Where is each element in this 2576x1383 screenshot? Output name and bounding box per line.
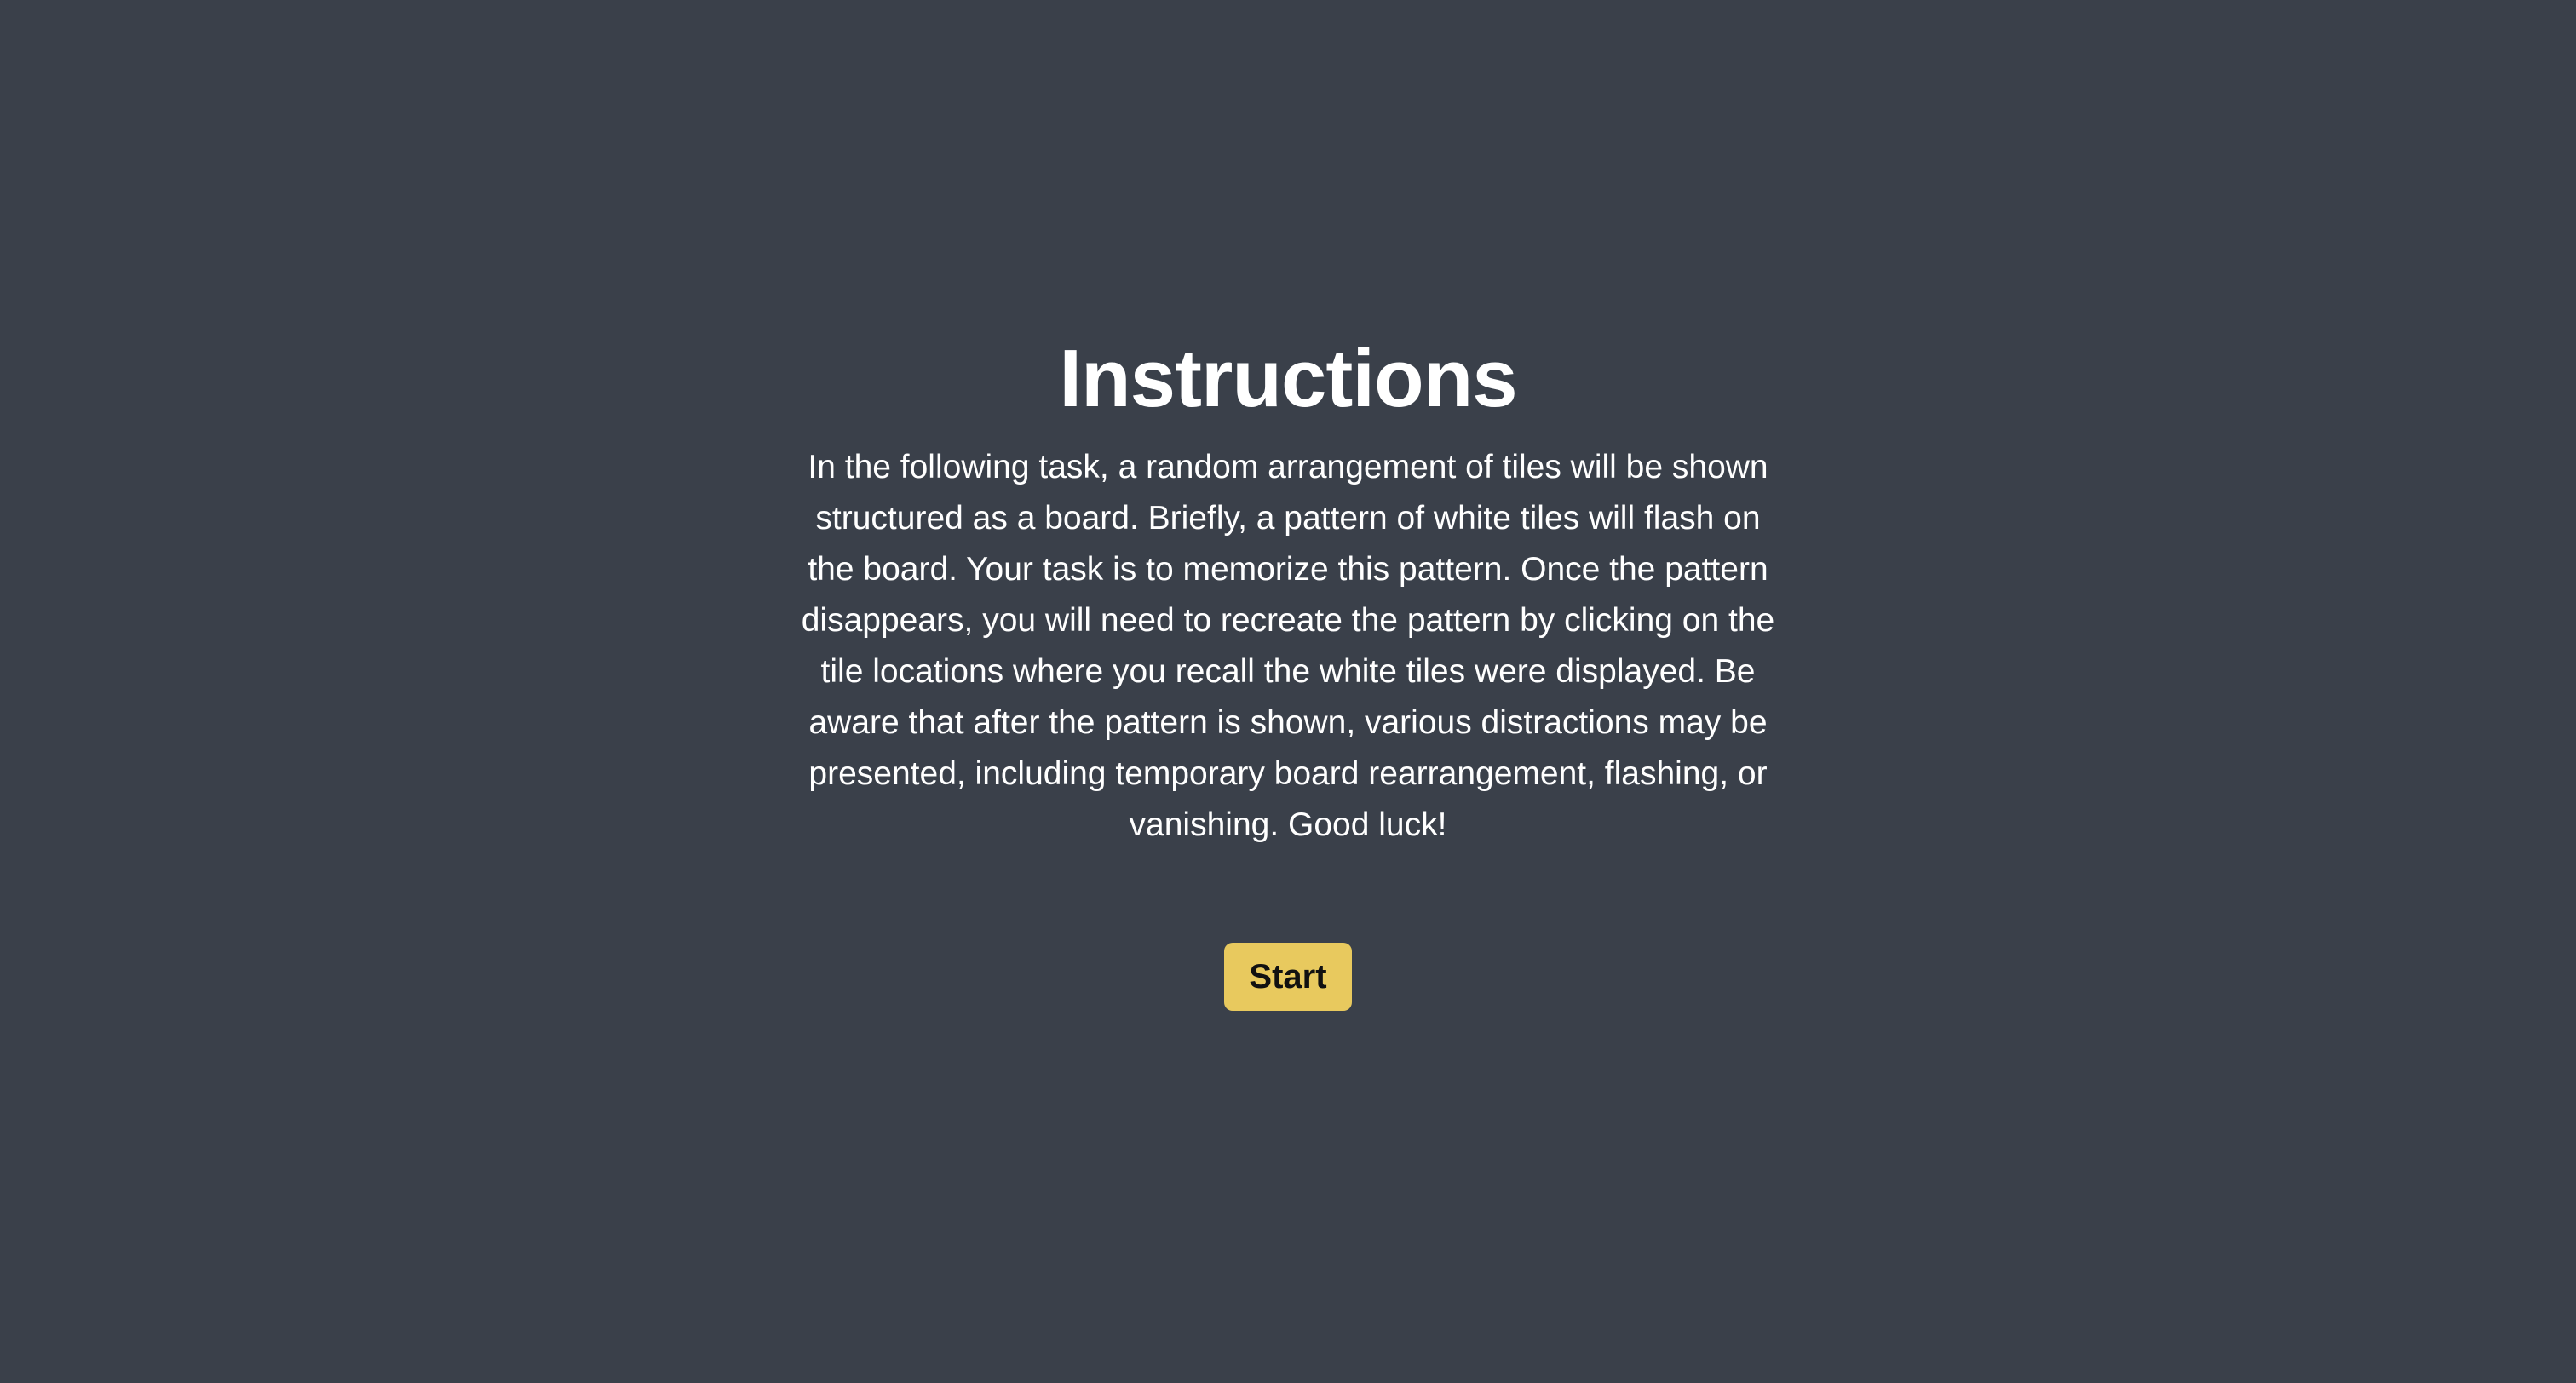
start-button[interactable]: Start (1224, 943, 1352, 1011)
instructions-text: In the following task, a random arrangem… (801, 449, 1775, 843)
instructions-panel: Instructions In the following task, a ra… (0, 328, 2576, 1011)
page-title: Instructions (1059, 333, 1517, 424)
